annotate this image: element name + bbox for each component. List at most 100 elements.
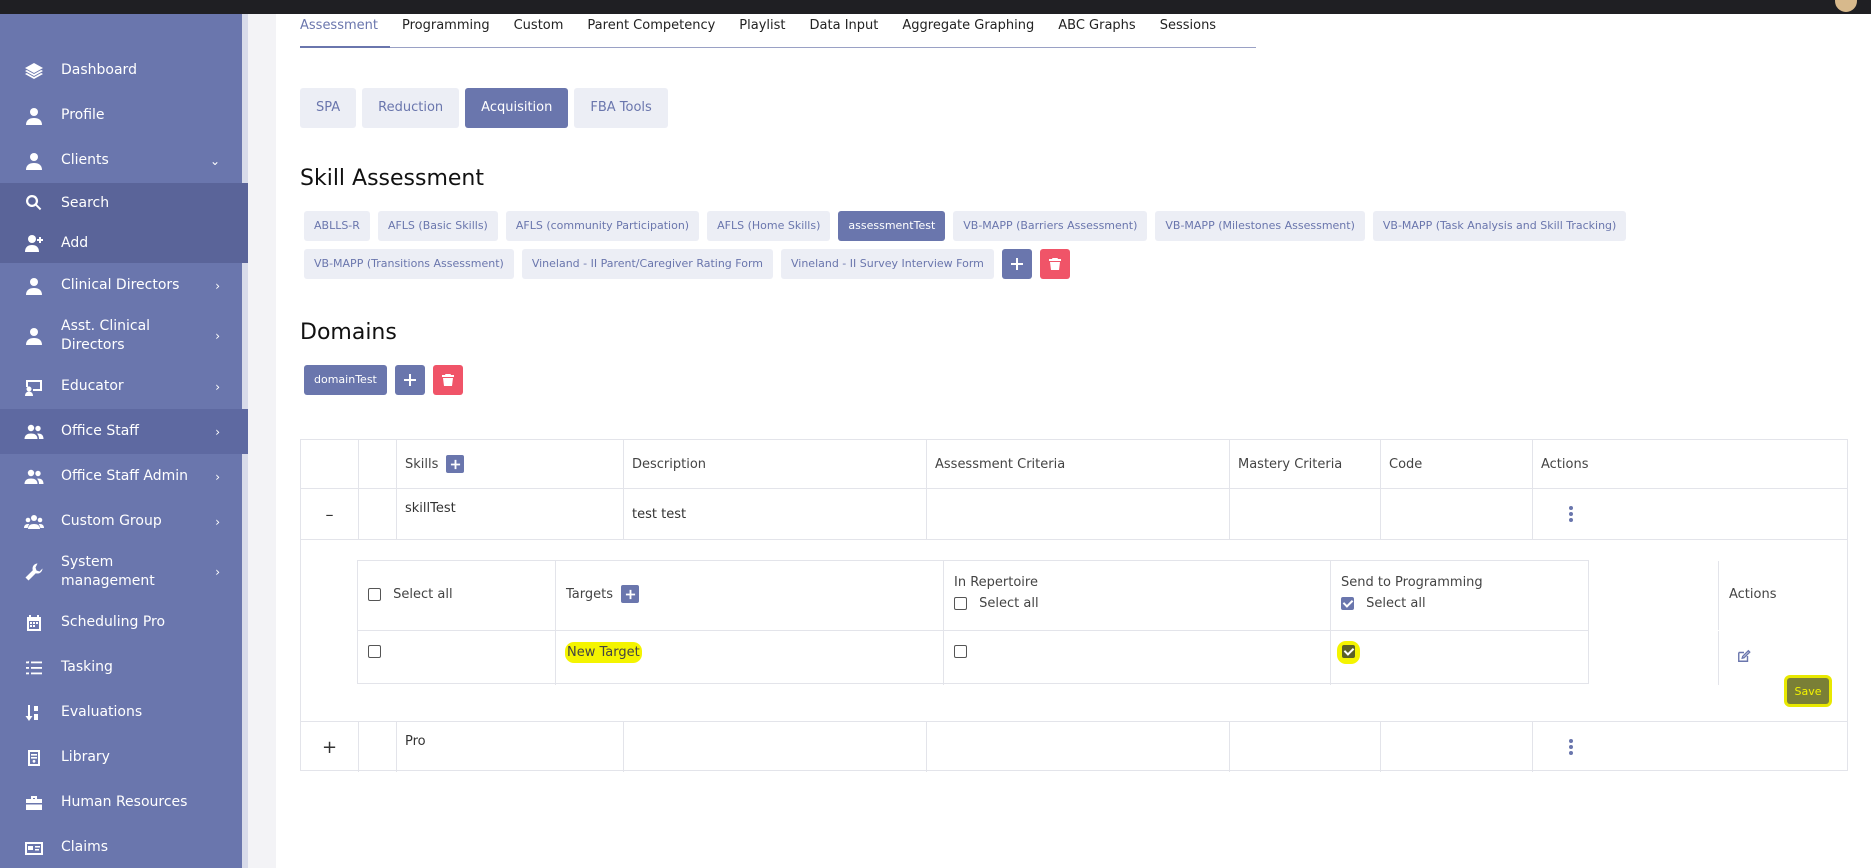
plus-icon	[625, 589, 635, 599]
add-assessment-button[interactable]	[1001, 249, 1032, 279]
tab-fba-tools[interactable]: FBA Tools	[574, 88, 668, 128]
send-to-programming-checkbox[interactable]	[1342, 645, 1355, 658]
sidebar-item-label: Dashboard	[61, 62, 137, 78]
sidebar-item-tasking[interactable]: Tasking	[0, 645, 248, 690]
tab-reduction[interactable]: Reduction	[362, 88, 460, 128]
sidebar-item-dashboard[interactable]: Dashboard	[0, 48, 248, 93]
sidebar-item-label: Asst. Clinical Directors	[61, 318, 151, 353]
assessment-chip[interactable]: AFLS (Home Skills)	[707, 211, 831, 241]
domain-chip[interactable]: domainTest	[304, 365, 387, 395]
chevron-right-icon: ›	[215, 469, 220, 484]
sidebar-item-scheduling-pro[interactable]: Scheduling Pro	[0, 600, 248, 645]
add-skill-button[interactable]	[446, 455, 465, 473]
domains-title: Domains	[300, 320, 397, 345]
sidebar-item-system-management[interactable]: System management ›	[0, 544, 248, 600]
sidebar-item-claims[interactable]: Claims	[0, 825, 248, 868]
in-repertoire-select-all-checkbox[interactable]	[954, 597, 967, 610]
chevron-right-icon: ›	[215, 565, 220, 579]
assessment-chip[interactable]: ABLLS-R	[304, 211, 370, 241]
layers-icon	[22, 59, 46, 83]
expand-row-button[interactable]: +	[301, 722, 359, 772]
tab-custom[interactable]: Custom	[502, 14, 576, 48]
sidebar-item-clinical-directors[interactable]: Clinical Directors ›	[0, 263, 248, 308]
sidebar-item-asst-clinical-directors[interactable]: Asst. Clinical Directors ›	[0, 308, 248, 364]
avatar[interactable]	[1835, 0, 1857, 12]
in-repertoire-checkbox[interactable]	[954, 645, 967, 658]
tab-assessment[interactable]: Assessment	[300, 14, 390, 48]
sidebar: Dashboard Profile Clients ⌄ Search Add C…	[0, 14, 248, 868]
delete-domain-button[interactable]	[432, 365, 463, 395]
tab-parent-competency[interactable]: Parent Competency	[575, 14, 727, 48]
tab-aggregate-graphing[interactable]: Aggregate Graphing	[890, 14, 1046, 48]
assessment-chip[interactable]: VB-MAPP (Milestones Assessment)	[1155, 211, 1365, 241]
sidebar-item-human-resources[interactable]: Human Resources	[0, 780, 248, 825]
select-all-label: Select all	[979, 596, 1039, 611]
sidebar-item-clients[interactable]: Clients ⌄	[0, 138, 248, 183]
sidebar-item-profile[interactable]: Profile	[0, 93, 248, 138]
targets-table: Select all Targets In Repertoire Select …	[357, 560, 1777, 685]
sidebar-item-label: Human Resources	[61, 794, 188, 810]
collapse-row-button[interactable]: –	[301, 489, 359, 539]
code-header: Code	[1381, 440, 1533, 488]
description-header: Description	[624, 440, 927, 488]
tab-spa[interactable]: SPA	[300, 88, 357, 128]
tab-programming[interactable]: Programming	[390, 14, 502, 48]
target-name[interactable]: New Target	[565, 642, 642, 663]
list-icon	[22, 656, 46, 680]
tab-data-input[interactable]: Data Input	[798, 14, 891, 48]
sidebar-item-evaluations[interactable]: Evaluations	[0, 690, 248, 735]
target-row: New Target	[358, 631, 1751, 685]
more-vertical-icon[interactable]	[1569, 504, 1573, 524]
skills-header: Skills	[405, 456, 439, 472]
assessment-chip[interactable]: AFLS (Basic Skills)	[377, 211, 498, 241]
assessment-chip[interactable]: AFLS (community Participation)	[505, 211, 700, 241]
select-all-checkbox[interactable]	[368, 588, 381, 601]
id-card-icon	[22, 836, 46, 860]
targets-actions-header: Actions	[1729, 587, 1777, 602]
edit-icon[interactable]	[1737, 649, 1751, 663]
sidebar-item-office-staff[interactable]: Office Staff ›	[0, 409, 248, 454]
assessment-chip[interactable]: VB-MAPP (Task Analysis and Skill Trackin…	[1372, 211, 1627, 241]
assessment-chip[interactable]: VB-MAPP (Transitions Assessment)	[304, 249, 514, 279]
select-all-label: Select all	[1366, 596, 1426, 611]
mastery-criteria-header: Mastery Criteria	[1230, 440, 1381, 488]
add-domain-button[interactable]	[394, 365, 425, 395]
save-button[interactable]: Save	[1787, 678, 1829, 704]
in-repertoire-header: In Repertoire	[954, 575, 1038, 590]
sidebar-item-custom-group[interactable]: Custom Group ›	[0, 499, 248, 544]
user-icon	[22, 274, 46, 298]
targets-header: Select all Targets In Repertoire Select …	[358, 561, 1777, 631]
add-target-button[interactable]	[621, 585, 639, 603]
tab-acquisition[interactable]: Acquisition	[465, 88, 569, 128]
assessment-chip[interactable]: VB-MAPP (Barriers Assessment)	[953, 211, 1148, 241]
sidebar-item-office-staff-admin[interactable]: Office Staff Admin ›	[0, 454, 248, 499]
sidebar-item-label: Search	[61, 194, 110, 211]
tab-playlist[interactable]: Playlist	[727, 14, 797, 48]
tab-sessions[interactable]: Sessions	[1148, 14, 1228, 48]
targets-panel: Select all Targets In Repertoire Select …	[301, 540, 1847, 722]
assessment-chip-active[interactable]: assessmentTest	[838, 211, 946, 241]
targets-header-label: Targets	[566, 587, 613, 602]
tab-abc-graphs[interactable]: ABC Graphs	[1046, 14, 1147, 48]
search-icon	[22, 191, 46, 215]
delete-assessment-button[interactable]	[1039, 249, 1070, 279]
sidebar-item-label: Profile	[61, 107, 105, 123]
users-icon	[22, 465, 46, 489]
assessment-type-tabs: SPA Reduction Acquisition FBA Tools	[300, 88, 668, 128]
sidebar-item-label: Scheduling Pro	[61, 614, 166, 630]
sidebar-item-search[interactable]: Search	[0, 183, 248, 223]
more-vertical-icon[interactable]	[1569, 737, 1573, 757]
table-header: Skills Description Assessment Criteria M…	[301, 440, 1847, 489]
send-to-programming-select-all-checkbox[interactable]	[1341, 597, 1354, 610]
sidebar-item-add[interactable]: Add	[0, 223, 248, 263]
target-select-checkbox[interactable]	[368, 645, 381, 658]
assessment-chip[interactable]: Vineland - II Survey Interview Form	[780, 249, 994, 279]
assessment-chip[interactable]: Vineland - II Parent/Caregiver Rating Fo…	[521, 249, 773, 279]
skills-table: Skills Description Assessment Criteria M…	[300, 439, 1848, 772]
user-icon	[22, 104, 46, 128]
sidebar-item-label: Add	[61, 234, 89, 251]
sidebar-item-label: Evaluations	[61, 704, 143, 720]
sidebar-item-educator[interactable]: Educator ›	[0, 364, 248, 409]
sidebar-item-library[interactable]: Library	[0, 735, 248, 780]
chevron-right-icon: ›	[215, 379, 220, 394]
